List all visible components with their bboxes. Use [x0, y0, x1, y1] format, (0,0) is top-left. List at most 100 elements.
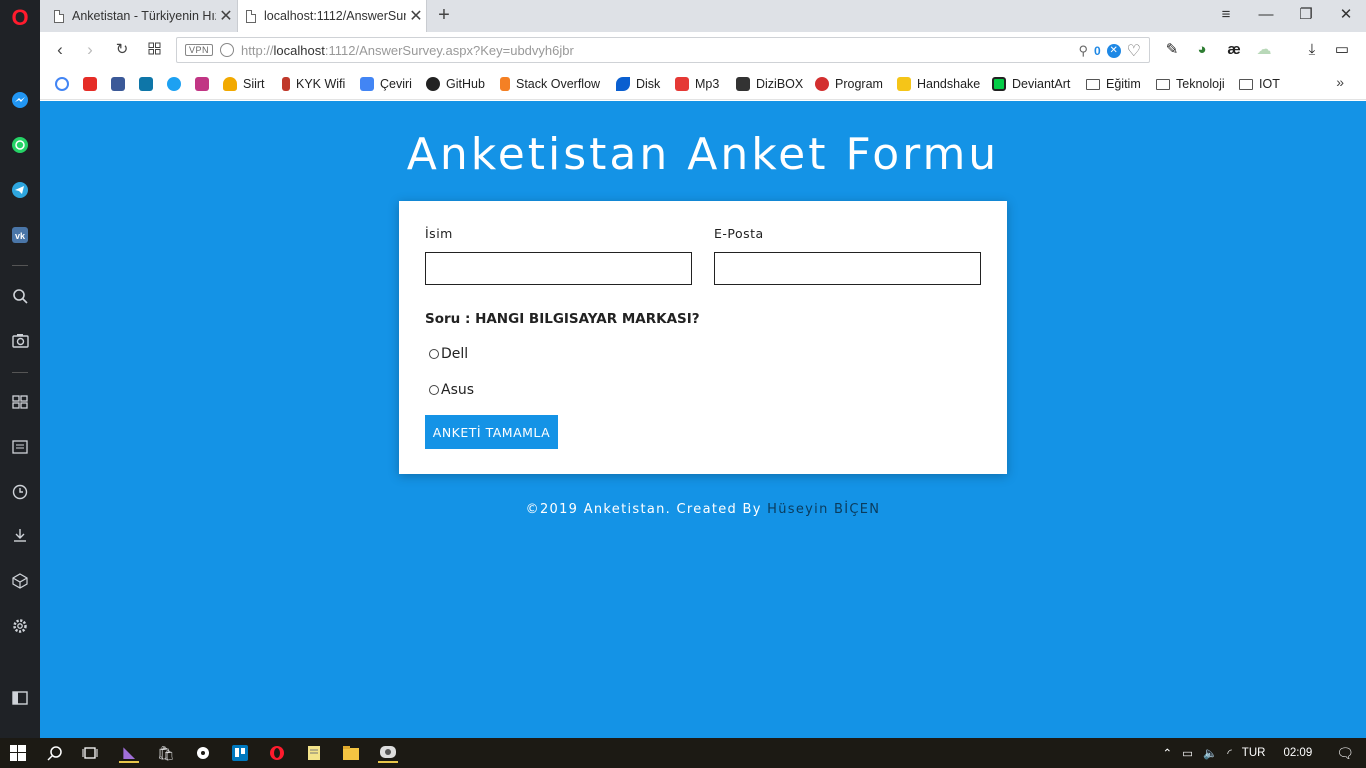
bookmark-handshake[interactable]: Handshake	[897, 76, 980, 92]
bookmark-disk[interactable]: Disk	[616, 76, 660, 92]
page-title: Anketistan Anket Formu	[406, 129, 1000, 180]
battery-saver-icon[interactable]: ▭	[1332, 40, 1352, 60]
bookmark-twitter[interactable]	[167, 76, 181, 92]
email-input[interactable]	[714, 252, 981, 285]
bookmark-kyk-wifi[interactable]: KYK Wifi	[282, 76, 345, 92]
history-icon[interactable]	[10, 482, 30, 502]
footer-author-link[interactable]: Hüseyin BİÇEN	[767, 502, 880, 517]
system-tray: ⌃ ▭ 🔈 ◜ TUR 02:09 🗨	[1163, 738, 1366, 768]
telegram-icon[interactable]	[10, 180, 30, 200]
restore-button[interactable]: ❐	[1286, 0, 1326, 32]
bookmark-siirt[interactable]: Siirt	[223, 76, 265, 92]
notifications-icon[interactable]: 🗨	[1336, 745, 1354, 762]
radio-asus[interactable]	[429, 385, 439, 395]
tab-anketistan[interactable]: Anketistan - Türkiyenin Hızlı ✕	[46, 0, 236, 32]
bookmark-label: Disk	[636, 77, 661, 91]
app-icon[interactable]	[193, 743, 213, 763]
extension-icon[interactable]: ☁	[1254, 40, 1274, 60]
battery-icon[interactable]: ▭	[1182, 746, 1193, 760]
bookmark-google[interactable]	[55, 76, 69, 92]
bookmark-facebook[interactable]	[111, 76, 125, 92]
download-icon[interactable]: ⤓	[1302, 40, 1322, 60]
search-icon[interactable]	[10, 286, 30, 306]
notepad-icon[interactable]	[304, 743, 324, 763]
program-icon	[815, 77, 829, 91]
bookmark-label: Teknoloji	[1176, 77, 1225, 91]
bookmark-folder-iot[interactable]: IOT	[1239, 76, 1280, 92]
bookmark-label: GitHub	[446, 77, 485, 91]
folder-icon	[1239, 78, 1253, 90]
bookmark-program[interactable]: Program	[815, 76, 883, 92]
windows-start-icon[interactable]	[8, 743, 28, 763]
adblock-icon[interactable]: ✕	[1106, 44, 1121, 58]
ae-extension-icon[interactable]: æ	[1224, 40, 1244, 60]
bookmark-label: Handshake	[917, 77, 981, 91]
sidebar-toggle-icon[interactable]	[10, 688, 30, 708]
tab-localhost[interactable]: localhost:1112/AnswerSurvey ✕	[237, 0, 427, 32]
option-asus[interactable]: Asus	[429, 382, 474, 398]
close-window-button[interactable]: ✕	[1326, 0, 1366, 32]
forward-button[interactable]: ›	[78, 38, 102, 62]
email-label: E-Posta	[714, 226, 764, 241]
whatsapp-icon[interactable]	[10, 135, 30, 155]
tray-expand-icon[interactable]: ⌃	[1163, 746, 1173, 760]
vk-icon[interactable]: vk	[10, 225, 30, 245]
volume-icon[interactable]: 🔈	[1203, 746, 1217, 760]
news-icon[interactable]	[10, 437, 30, 457]
camera-icon[interactable]	[10, 330, 30, 350]
settings-gear-icon[interactable]	[10, 616, 30, 636]
name-input[interactable]	[425, 252, 692, 285]
globe-extension-icon[interactable]: ◕	[1192, 40, 1212, 60]
messenger-icon[interactable]	[10, 90, 30, 110]
disk-icon	[616, 77, 630, 91]
close-tab-icon[interactable]: ✕	[406, 6, 426, 26]
globe-icon[interactable]	[220, 43, 235, 57]
tab-menu-icon[interactable]: ≡	[1206, 0, 1246, 32]
url-text[interactable]: http://localhost:1112/AnswerSurvey.aspx?…	[241, 43, 574, 58]
file-explorer-icon[interactable]	[341, 743, 361, 763]
clock[interactable]: 02:09	[1283, 747, 1312, 759]
extensions-cube-icon[interactable]	[10, 571, 30, 591]
radio-dell[interactable]	[429, 349, 439, 359]
bookmark-instagram[interactable]	[195, 76, 209, 92]
language-indicator[interactable]: TUR	[1242, 747, 1266, 759]
option-dell[interactable]: Dell	[429, 346, 468, 362]
bookmark-github[interactable]: GitHub	[426, 76, 485, 92]
task-view-icon[interactable]	[80, 743, 100, 763]
new-tab-button[interactable]: +	[433, 4, 455, 28]
snipping-tool-icon[interactable]	[378, 743, 398, 763]
reload-button[interactable]: ↻	[110, 38, 134, 62]
tabs-grid-icon[interactable]	[142, 38, 166, 62]
adblock-count[interactable]: 0	[1094, 44, 1101, 58]
bookmark-ceviri[interactable]: Çeviri	[360, 76, 412, 92]
back-button[interactable]: ‹	[48, 38, 72, 62]
bookmarks-more-button[interactable]: »	[1336, 74, 1344, 90]
bookmark-mp3[interactable]: Mp3	[675, 76, 719, 92]
submit-survey-button[interactable]: ANKETİ TAMAMLA	[425, 415, 558, 449]
store-icon[interactable]: 🛍	[156, 743, 176, 763]
wifi-icon[interactable]: ◜	[1227, 746, 1231, 760]
opera-logo-icon[interactable]: O	[10, 5, 30, 30]
bookmark-stack-overflow[interactable]: Stack Overflow	[500, 76, 600, 92]
instagram-icon	[195, 77, 209, 91]
downloads-icon[interactable]	[10, 525, 30, 545]
search-icon[interactable]	[45, 743, 65, 763]
vpn-badge[interactable]: VPN	[185, 44, 214, 56]
bookmark-dizibox[interactable]: DiziBOX	[736, 76, 803, 92]
minimize-button[interactable]: —	[1246, 0, 1286, 32]
bookmark-deviantart[interactable]: DeviantArt	[992, 76, 1070, 92]
bookmark-linkedin[interactable]	[139, 76, 153, 92]
close-tab-icon[interactable]: ✕	[216, 6, 236, 26]
find-icon[interactable]: ⚲	[1078, 43, 1088, 59]
speed-dial-icon[interactable]	[10, 392, 30, 412]
name-label: İsim	[425, 226, 453, 241]
heart-bookmark-icon[interactable]: ♡	[1127, 41, 1141, 61]
opera-icon[interactable]	[267, 743, 287, 763]
url-bar[interactable]: VPN http://localhost:1112/AnswerSurvey.a…	[176, 37, 1150, 63]
snapshot-edit-icon[interactable]: ✎	[1162, 40, 1182, 60]
visual-studio-icon[interactable]: ◣	[119, 743, 139, 763]
bookmark-youtube[interactable]	[83, 76, 97, 92]
trello-icon[interactable]	[230, 743, 250, 763]
bookmark-folder-egitim[interactable]: Eğitim	[1086, 76, 1141, 92]
bookmark-folder-teknoloji[interactable]: Teknoloji	[1156, 76, 1225, 92]
